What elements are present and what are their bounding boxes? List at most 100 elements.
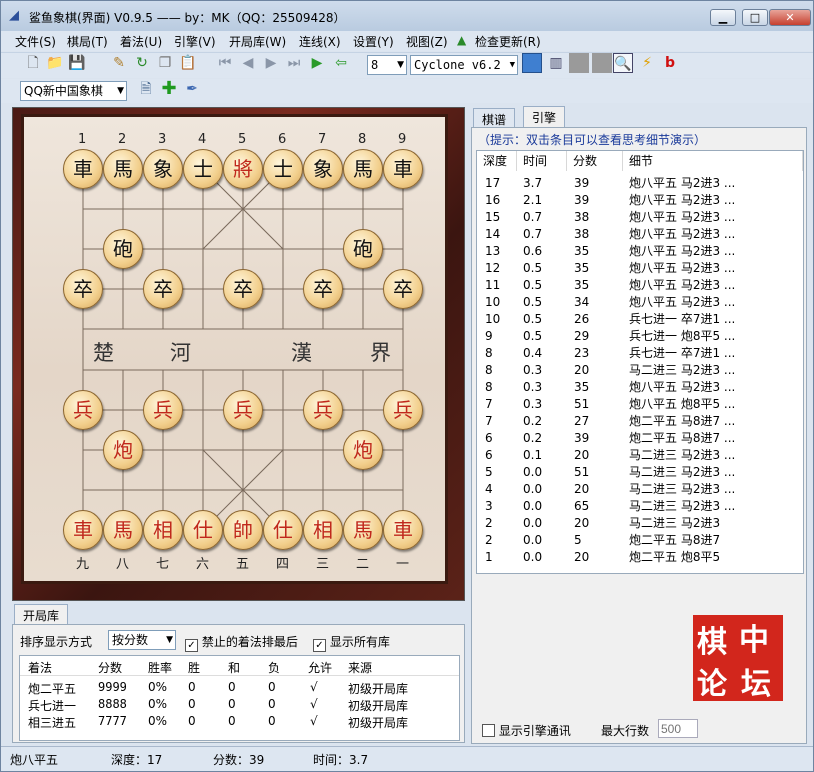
black-cannon[interactable]: 砲 — [343, 229, 383, 269]
table-row[interactable]: 2 0.0 5 炮二平五 马8进7 — [477, 532, 803, 549]
red-soldier[interactable]: 兵 — [383, 390, 423, 430]
table-row[interactable]: 4 0.0 20 马二进三 马2进3 ... — [477, 481, 803, 498]
minimize-button[interactable]: ▁ — [710, 9, 736, 26]
table-row[interactable]: 11 0.5 35 炮八平五 马2进3 ... — [477, 277, 803, 294]
sort-select[interactable]: 按分数 ▼ — [108, 630, 176, 650]
prev-move-icon[interactable]: ◀ — [238, 53, 258, 73]
engine-select[interactable]: Cyclone v6.2 ▼ — [410, 55, 518, 75]
col-source[interactable]: 来源 — [348, 659, 372, 676]
black-soldier[interactable]: 卒 — [303, 269, 343, 309]
table-row[interactable]: 炮二平五 9999 0% 0 0 0 √ 初级开局库 — [20, 680, 459, 697]
red-horse[interactable]: 馬 — [103, 510, 143, 550]
paste-icon[interactable]: 📋 — [178, 53, 198, 73]
table-row[interactable]: 10 0.5 34 炮八平五 马2进3 ... — [477, 294, 803, 311]
edit-icon[interactable]: ✎ — [109, 53, 129, 73]
black-advisor[interactable]: 士 — [183, 149, 223, 189]
black-soldier[interactable]: 卒 — [383, 269, 423, 309]
open-folder-icon[interactable]: 📁 — [45, 53, 65, 73]
black-soldier[interactable]: 卒 — [143, 269, 183, 309]
black-general[interactable]: 將 — [223, 149, 263, 189]
table-row[interactable]: 12 0.5 35 炮八平五 马2进3 ... — [477, 260, 803, 277]
red-soldier[interactable]: 兵 — [63, 390, 103, 430]
table-row[interactable]: 7 0.3 51 炮八平五 炮8平5 ... — [477, 396, 803, 413]
red-chariot[interactable]: 車 — [383, 510, 423, 550]
play-icon[interactable]: ▶ — [307, 53, 327, 73]
col-score[interactable]: 分数 — [98, 659, 122, 676]
red-cannon[interactable]: 炮 — [103, 430, 143, 470]
black-elephant[interactable]: 象 — [143, 149, 183, 189]
col-allow[interactable]: 允许 — [308, 659, 332, 676]
red-soldier[interactable]: 兵 — [303, 390, 343, 430]
document-icon[interactable]: 🗎 — [136, 79, 156, 99]
menu-check-update[interactable]: 检查更新(R) — [475, 33, 541, 50]
black-cannon[interactable]: 砲 — [103, 229, 143, 269]
red-advisor[interactable]: 仕 — [183, 510, 223, 550]
table-row[interactable]: 5 0.0 51 马二进三 马2进3 ... — [477, 464, 803, 481]
table-row[interactable]: 2 0.0 20 马二进三 马2进3 — [477, 515, 803, 532]
red-horse[interactable]: 馬 — [343, 510, 383, 550]
red-chariot[interactable]: 車 — [63, 510, 103, 550]
table-row[interactable]: 7 0.2 27 炮二平五 马8进7 ... — [477, 413, 803, 430]
menu-engine[interactable]: 引擎(V) — [174, 33, 216, 50]
table-row[interactable]: 8 0.3 20 马二进三 马2进3 ... — [477, 362, 803, 379]
back-arrow-icon[interactable]: ⇦ — [331, 53, 351, 73]
col-score[interactable]: 分数 — [567, 151, 623, 171]
black-chariot[interactable]: 車 — [63, 149, 103, 189]
show-comm-checkbox[interactable]: 显示引擎通讯 — [482, 722, 571, 739]
red-elephant[interactable]: 相 — [303, 510, 343, 550]
menu-connect[interactable]: 连线(X) — [299, 33, 341, 50]
maximize-button[interactable]: □ — [742, 9, 768, 26]
table-row[interactable]: 6 0.1 20 马二进三 马2进3 ... — [477, 447, 803, 464]
library-select[interactable]: QQ新中国象棋 ▼ — [20, 81, 127, 101]
table-row[interactable]: 8 0.4 23 兵七进一 卒7进1 ... — [477, 345, 803, 362]
red-cannon[interactable]: 炮 — [343, 430, 383, 470]
b-icon[interactable]: b — [660, 53, 680, 73]
new-file-icon[interactable]: 🗋 — [23, 53, 43, 73]
depth-select[interactable]: 8 ▼ — [367, 55, 407, 75]
black-advisor[interactable]: 士 — [263, 149, 303, 189]
black-elephant[interactable]: 象 — [303, 149, 343, 189]
copy-icon[interactable]: ❐ — [155, 53, 175, 73]
tab-opening-book[interactable]: 开局库 — [14, 604, 69, 624]
red-general[interactable]: 帥 — [223, 510, 263, 550]
table-row[interactable]: 8 0.3 35 炮八平五 马2进3 ... — [477, 379, 803, 396]
red-soldier[interactable]: 兵 — [223, 390, 263, 430]
save-icon[interactable]: 💾 — [67, 53, 87, 73]
lightning-icon[interactable]: ⚡ — [637, 53, 657, 73]
show-all-checkbox[interactable]: ✓ 显示所有库 — [313, 633, 390, 652]
col-move[interactable]: 着法 — [28, 659, 52, 676]
menu-game[interactable]: 棋局(T) — [67, 33, 108, 50]
black-soldier[interactable]: 卒 — [223, 269, 263, 309]
gray-square-icon[interactable] — [569, 53, 589, 73]
forbid-checkbox[interactable]: ✓ 禁止的着法排最后 — [185, 633, 298, 652]
table-row[interactable]: 3 0.0 65 马二进三 马2进3 ... — [477, 498, 803, 515]
last-move-icon[interactable]: ⏭ — [284, 53, 304, 73]
chess-board[interactable]: 1 2 3 4 5 6 7 8 9 九 八 七 六 五 四 三 二 一 楚 河 … — [21, 114, 448, 584]
table-row[interactable]: 相三进五 7777 0% 0 0 0 √ 初级开局库 — [20, 714, 459, 731]
panel-icon[interactable]: ▥ — [546, 53, 566, 73]
black-horse[interactable]: 馬 — [103, 149, 143, 189]
table-row[interactable]: 15 0.7 38 炮八平五 马2进3 ... — [477, 209, 803, 226]
black-soldier[interactable]: 卒 — [63, 269, 103, 309]
col-draw[interactable]: 和 — [228, 659, 240, 676]
close-button[interactable]: ✕ — [769, 9, 811, 26]
first-move-icon[interactable]: ⏮ — [215, 53, 235, 73]
next-move-icon[interactable]: ▶ — [261, 53, 281, 73]
black-horse[interactable]: 馬 — [343, 149, 383, 189]
table-row[interactable]: 14 0.7 38 炮八平五 马2进3 ... — [477, 226, 803, 243]
menu-opening-book[interactable]: 开局库(W) — [229, 33, 286, 50]
max-rows-input[interactable] — [658, 719, 698, 738]
refresh-icon[interactable]: ↻ — [132, 53, 152, 73]
col-winrate[interactable]: 胜率 — [148, 659, 172, 676]
table-row[interactable]: 9 0.5 29 兵七进一 炮8平5 ... — [477, 328, 803, 345]
feather-icon[interactable]: ✒ — [182, 79, 202, 99]
red-elephant[interactable]: 相 — [143, 510, 183, 550]
table-row[interactable]: 16 2.1 39 炮八平五 马2进3 ... — [477, 192, 803, 209]
col-win[interactable]: 胜 — [188, 659, 200, 676]
tab-engine[interactable]: 引擎 — [523, 106, 566, 128]
menu-moves[interactable]: 着法(U) — [120, 33, 162, 50]
col-detail[interactable]: 细节 — [623, 151, 803, 171]
gray-square-icon[interactable] — [592, 53, 612, 73]
black-chariot[interactable]: 車 — [383, 149, 423, 189]
col-loss[interactable]: 负 — [268, 659, 280, 676]
